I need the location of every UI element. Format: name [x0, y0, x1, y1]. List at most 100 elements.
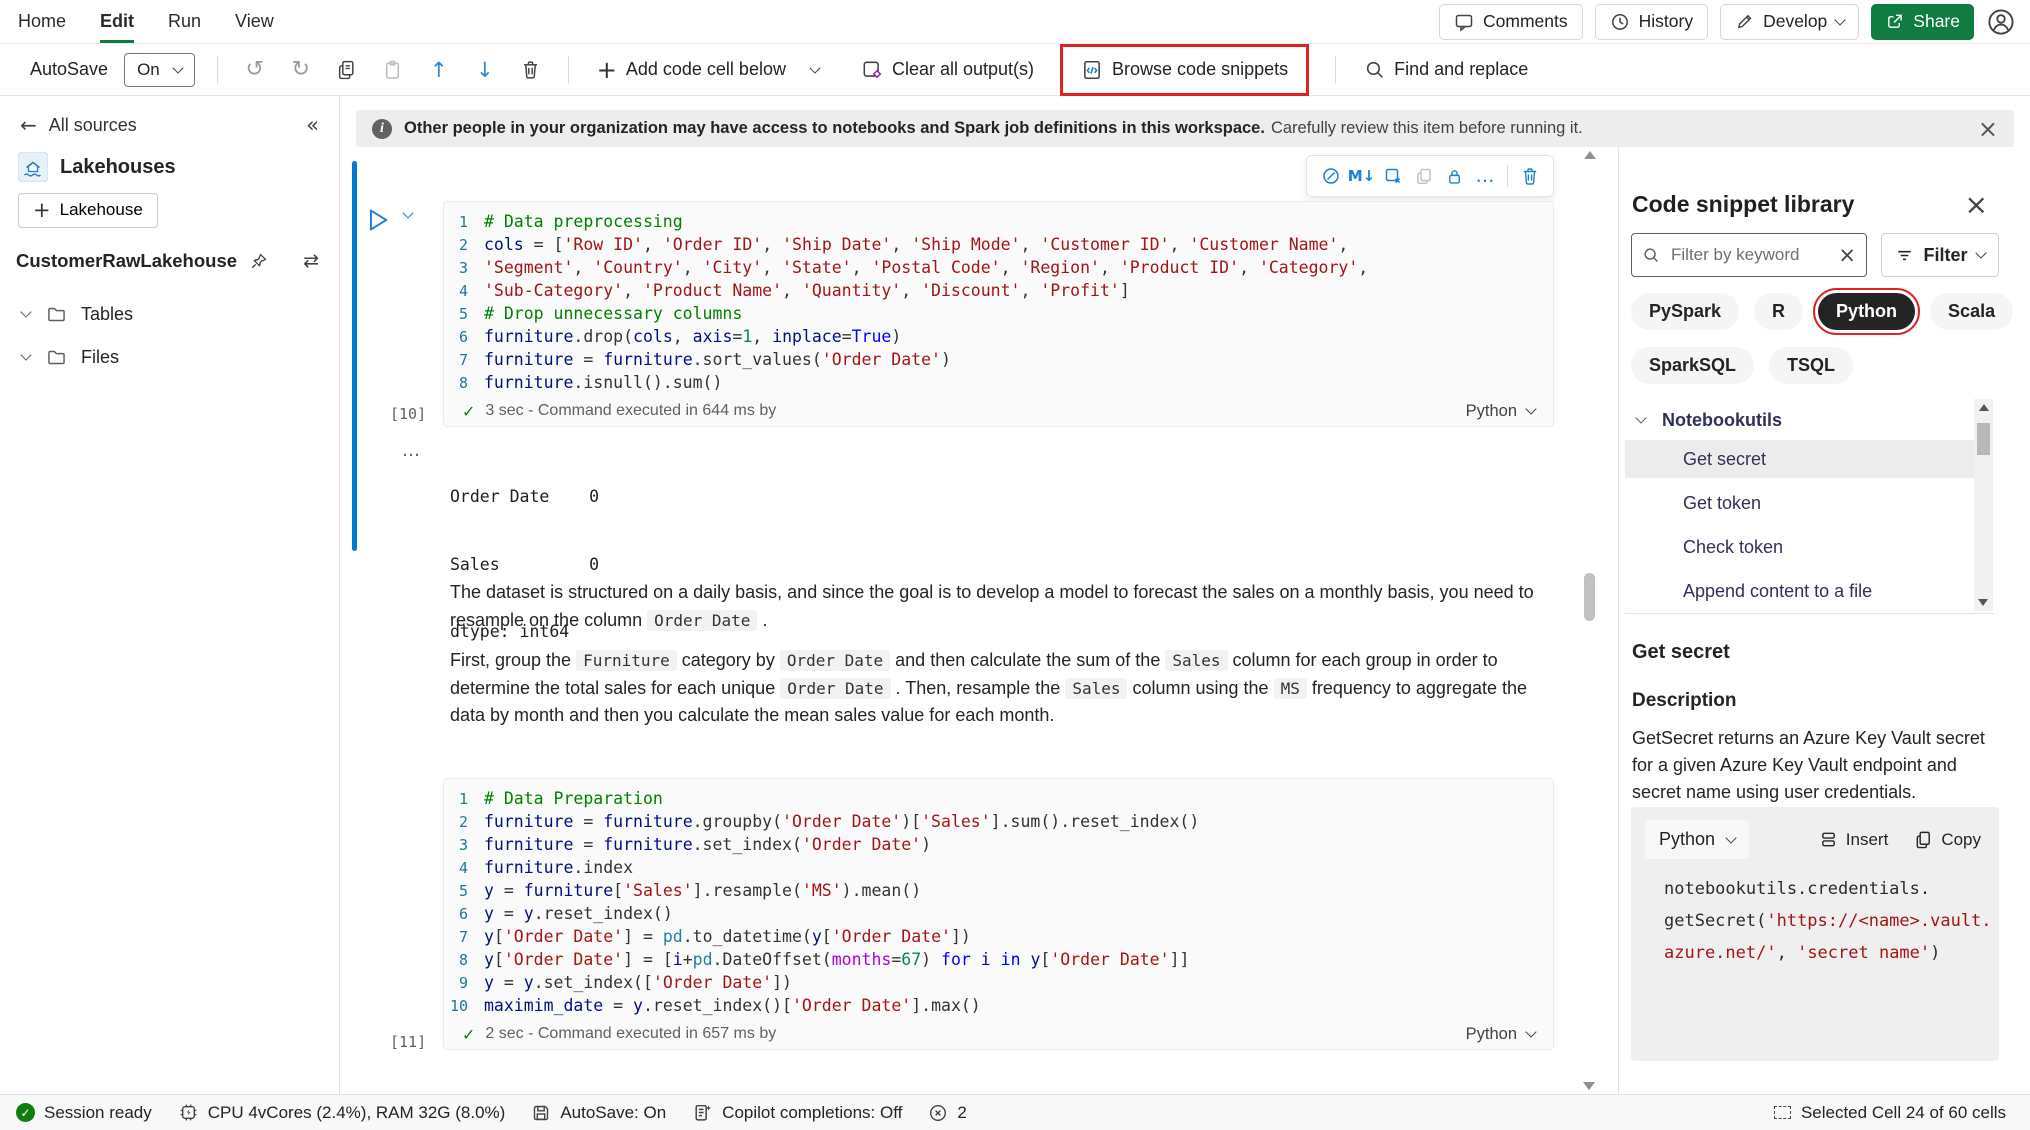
code-cell-1[interactable]: 1# Data preprocessing2cols = ['Row ID', …: [443, 201, 1554, 427]
cell-1-execution-count: [10]: [390, 405, 426, 423]
snippet-item-get-secret[interactable]: Get secret: [1625, 440, 1974, 478]
toolbar-divider: [568, 56, 569, 84]
account-icon[interactable]: [1986, 7, 2016, 37]
redo-button[interactable]: ↻: [286, 53, 316, 87]
session-ready-icon: ✓: [16, 1103, 35, 1122]
canvas-scrollbar[interactable]: [1582, 151, 1597, 1090]
error-count[interactable]: 2: [928, 1103, 966, 1123]
chip-tsql[interactable]: TSQL: [1769, 347, 1853, 384]
autosave-toggle[interactable]: On: [124, 53, 195, 87]
copy-cell-button[interactable]: [332, 53, 362, 87]
all-sources-link[interactable]: All sources: [49, 115, 137, 136]
clear-all-outputs-button[interactable]: Clear all output(s): [855, 51, 1040, 89]
close-panel-icon[interactable]: ×: [1965, 191, 1988, 219]
scroll-down-icon[interactable]: [1978, 599, 1988, 606]
filter-button[interactable]: Filter: [1881, 233, 1999, 277]
chevron-down-icon[interactable]: [402, 207, 413, 218]
output-collapse-icon[interactable]: …: [402, 440, 421, 461]
scrollbar-thumb[interactable]: [1977, 423, 1990, 455]
menu-right-actions: Comments History Develop Share: [1439, 0, 2016, 43]
lakehouse-name[interactable]: CustomerRawLakehouse: [16, 250, 237, 272]
collapse-sidebar-icon[interactable]: «: [306, 113, 319, 137]
cell-1-language-select[interactable]: Python: [1466, 402, 1535, 421]
snippet-item-get-token[interactable]: Get token: [1625, 484, 1974, 522]
scroll-up-icon[interactable]: [1979, 404, 1989, 411]
notebook-main: i Other people in your organization may …: [340, 96, 2030, 1094]
chip-pyspark[interactable]: PySpark: [1631, 293, 1739, 330]
develop-button[interactable]: Develop: [1720, 4, 1859, 40]
cell-2-status-row: ✓ 2 sec - Command executed in 657 ms by …: [444, 1019, 1553, 1049]
chip-python[interactable]: Python: [1818, 293, 1915, 330]
tree-label-files: Files: [81, 347, 119, 368]
add-code-cell-button[interactable]: + Add code cell below: [591, 51, 825, 89]
chevron-down-icon[interactable]: [20, 306, 31, 317]
move-cell-down-button[interactable]: ↓: [470, 53, 500, 87]
output-line: Order Date 0: [450, 486, 599, 509]
undo-button[interactable]: ↺: [240, 53, 270, 87]
more-options-icon[interactable]: …: [1470, 161, 1501, 191]
delete-cell-button[interactable]: [516, 53, 546, 87]
convert-to-markdown-icon[interactable]: M↓: [1346, 161, 1377, 191]
menu-edit[interactable]: Edit: [100, 0, 134, 43]
move-cell-up-button[interactable]: ↑: [424, 53, 454, 87]
copy-snippet-button[interactable]: Copy: [1914, 830, 1981, 850]
snippet-list-scrollbar[interactable]: [1974, 399, 1993, 611]
browse-code-snippets-button[interactable]: Browse code snippets: [1075, 51, 1294, 89]
switch-lakehouse-icon[interactable]: ⇄: [303, 250, 319, 272]
snippet-language-select[interactable]: Python: [1645, 820, 1749, 859]
chip-scala[interactable]: Scala: [1930, 293, 2013, 330]
chip-sparksql[interactable]: SparkSQL: [1631, 347, 1754, 384]
notebook-app: Home Edit Run View Comments History Deve…: [0, 0, 2030, 1130]
cell-1-code[interactable]: 1# Data preprocessing2cols = ['Row ID', …: [444, 210, 1553, 394]
cell-2-language-select[interactable]: Python: [1466, 1025, 1535, 1044]
add-lakehouse-button[interactable]: + Lakehouse: [18, 193, 158, 228]
copilot-status[interactable]: Copilot completions: Off: [692, 1102, 902, 1123]
find-and-replace-button[interactable]: Find and replace: [1358, 51, 1534, 89]
insert-snippet-button[interactable]: Insert: [1819, 830, 1889, 850]
success-check-icon: ✓: [462, 1025, 475, 1044]
language-chips-row-1: PySpark R Python Scala: [1631, 293, 2013, 330]
scroll-down-icon[interactable]: [1583, 1082, 1595, 1090]
lock-cell-icon[interactable]: [1439, 161, 1470, 191]
close-banner-icon[interactable]: ×: [1978, 117, 1998, 141]
copilot-icon[interactable]: [1315, 161, 1346, 191]
menu-run[interactable]: Run: [168, 0, 201, 43]
comments-button[interactable]: Comments: [1439, 4, 1583, 40]
tree-item-files[interactable]: Files: [0, 341, 339, 373]
cell-toolbar: M↓ …: [1306, 155, 1554, 197]
chevron-down-icon: [1635, 412, 1646, 423]
pin-icon[interactable]: [249, 252, 268, 271]
clear-search-icon[interactable]: ×: [1838, 243, 1856, 267]
share-button[interactable]: Share: [1871, 4, 1974, 40]
menu-view[interactable]: View: [235, 0, 274, 43]
history-button[interactable]: History: [1595, 4, 1708, 40]
snippet-item-append-content[interactable]: Append content to a file: [1625, 572, 1974, 610]
scrollbar-thumb[interactable]: [1584, 573, 1595, 621]
run-cell-button[interactable]: [366, 207, 390, 233]
snippet-search-input[interactable]: [1669, 244, 1829, 266]
autosave-status: AutoSave: On: [531, 1103, 666, 1123]
panel-title: Code snippet library: [1632, 191, 1854, 218]
annotation-highlight-box: Browse code snippets: [1060, 44, 1309, 96]
cell-selection-status: Selected Cell 24 of 60 cells: [1774, 1103, 2006, 1123]
snippet-code: notebookutils.credentials.getSecret('htt…: [1664, 873, 1999, 969]
chip-r[interactable]: R: [1754, 293, 1803, 330]
cell-2-code[interactable]: 1# Data Preparation2furniture = furnitur…: [444, 787, 1553, 1017]
scroll-up-icon[interactable]: [1584, 151, 1596, 159]
duplicate-cell-icon[interactable]: [1408, 161, 1439, 191]
panel-divider: [1625, 613, 1994, 614]
save-icon: [531, 1103, 551, 1123]
clear-output-icon: [861, 59, 883, 81]
delete-cell-icon[interactable]: [1514, 161, 1545, 191]
paste-cell-button[interactable]: [378, 53, 408, 87]
snippet-group-notebookutils[interactable]: Notebookutils: [1625, 402, 1974, 438]
chevron-down-icon: [1975, 247, 1986, 258]
menu-home[interactable]: Home: [18, 0, 66, 43]
tree-item-tables[interactable]: Tables: [0, 298, 339, 330]
clear-cell-output-icon[interactable]: [1377, 161, 1408, 191]
back-arrow-icon[interactable]: ←: [20, 113, 37, 137]
chevron-down-icon[interactable]: [20, 349, 31, 360]
cell-1-status-text: 3 sec - Command executed in 644 ms by: [485, 402, 776, 420]
snippet-item-check-token[interactable]: Check token: [1625, 528, 1974, 566]
code-cell-2[interactable]: 1# Data Preparation2furniture = furnitur…: [443, 778, 1554, 1050]
